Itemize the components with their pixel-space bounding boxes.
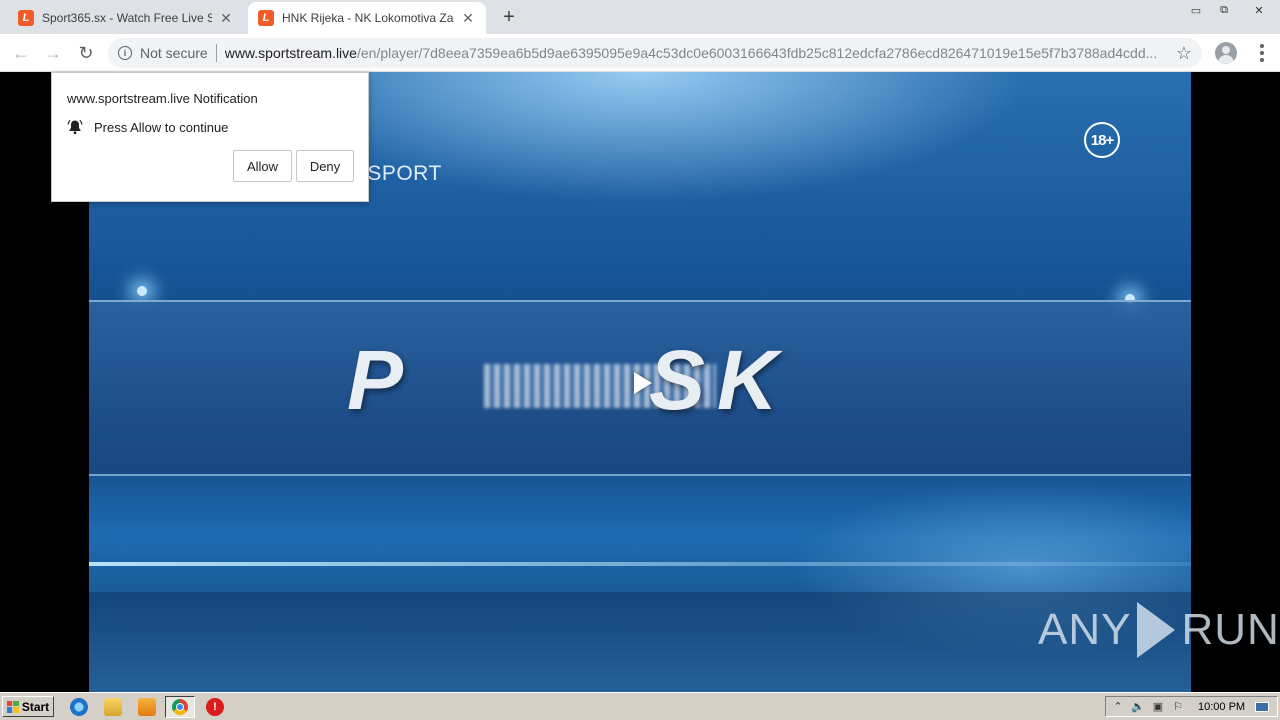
reload-icon[interactable]: ↻ bbox=[75, 42, 97, 64]
channel-logo: \SPORT bbox=[361, 162, 442, 185]
start-label: Start bbox=[21, 699, 50, 714]
watermark-play-icon bbox=[1137, 602, 1176, 658]
info-icon[interactable]: i bbox=[118, 46, 132, 60]
notification-origin: www.sportstream.live Notification bbox=[67, 91, 258, 106]
play-icon[interactable] bbox=[634, 372, 652, 394]
browser-tab-strip: L Sport365.sx - Watch Free Live Sport ✕ … bbox=[0, 0, 1280, 34]
tab-title: HNK Rijeka - NK Lokomotiva Zagreb bbox=[282, 11, 454, 25]
stage-light bbox=[137, 286, 147, 296]
minimize-icon[interactable]: ▭ bbox=[1182, 0, 1210, 20]
windows-flag-icon bbox=[6, 700, 19, 713]
profile-avatar-icon[interactable] bbox=[1215, 42, 1237, 64]
title-letter: S bbox=[649, 333, 706, 427]
glow-line bbox=[89, 562, 1191, 566]
bell-icon bbox=[67, 119, 83, 135]
url-host: www.sportstream.live bbox=[224, 45, 357, 61]
tab-sport365[interactable]: L Sport365.sx - Watch Free Live Sport ✕ bbox=[8, 2, 244, 34]
watermark-left: ANY bbox=[1038, 605, 1132, 654]
internet-explorer-icon[interactable] bbox=[70, 698, 88, 716]
chrome-taskbar-button[interactable] bbox=[165, 696, 195, 718]
taskbar-clock[interactable]: 10:00 PM bbox=[1198, 701, 1245, 713]
omnibox-divider bbox=[215, 44, 217, 62]
tab-favicon-icon: L bbox=[18, 10, 34, 26]
restore-icon[interactable]: ⧉ bbox=[1210, 0, 1238, 20]
deny-button[interactable]: Deny bbox=[296, 150, 354, 182]
media-player-icon[interactable] bbox=[138, 698, 156, 716]
chrome-icon bbox=[172, 699, 188, 715]
notification-permission-popup: www.sportstream.live Notification Press … bbox=[51, 72, 369, 202]
tab-close-icon[interactable]: ✕ bbox=[218, 10, 234, 26]
url-path: /en/player/7d8eea7359ea6b5d9ae6395095e9a… bbox=[356, 45, 1158, 61]
security-label[interactable]: Not secure bbox=[140, 45, 208, 61]
action-center-flag-icon[interactable]: ⚐ bbox=[1170, 700, 1186, 714]
close-window-icon[interactable]: ✕ bbox=[1238, 0, 1280, 20]
show-desktop-icon[interactable] bbox=[1255, 701, 1270, 712]
stop-sign-icon[interactable]: ! bbox=[206, 698, 224, 716]
title-letter: K bbox=[717, 333, 778, 427]
watermark-right: RUN bbox=[1181, 605, 1280, 654]
show-hidden-icons-icon[interactable]: ⌃ bbox=[1110, 700, 1126, 714]
url-text[interactable]: www.sportstream.live/en/player/7d8eea735… bbox=[225, 45, 1202, 61]
allow-button[interactable]: Allow bbox=[233, 150, 292, 182]
new-tab-button[interactable]: + bbox=[498, 6, 520, 28]
system-tray: ⌃ 🔈 ▣ ⚐ 10:00 PM bbox=[1105, 696, 1278, 717]
notification-message: Press Allow to continue bbox=[94, 120, 229, 135]
browser-menu-icon[interactable] bbox=[1251, 42, 1273, 64]
windows-taskbar: Start ! ⌃ 🔈 ▣ ⚐ 10:00 PM bbox=[0, 692, 1280, 720]
address-bar[interactable]: i Not secure www.sportstream.live/en/pla… bbox=[108, 38, 1202, 68]
browser-toolbar: ← → ↻ i Not secure www.sportstream.live/… bbox=[0, 34, 1280, 72]
tab-favicon-icon: L bbox=[258, 10, 274, 26]
anyrun-watermark: ANY RUN bbox=[1038, 602, 1280, 658]
volume-icon[interactable]: 🔈 bbox=[1130, 700, 1146, 714]
tab-title: Sport365.sx - Watch Free Live Sport bbox=[42, 11, 212, 25]
file-explorer-icon[interactable] bbox=[104, 698, 122, 716]
window-controls: ▭ ⧉ ✕ bbox=[1182, 0, 1280, 20]
title-letter: P bbox=[347, 333, 404, 427]
back-arrow-icon[interactable]: ← bbox=[10, 42, 32, 64]
tab-hnk-rijeka[interactable]: L HNK Rijeka - NK Lokomotiva Zagreb ✕ bbox=[248, 2, 486, 34]
forward-arrow-icon[interactable]: → bbox=[42, 42, 64, 64]
age-rating-badge: 18+ bbox=[1084, 122, 1120, 158]
bookmark-star-icon[interactable]: ☆ bbox=[1176, 43, 1192, 64]
stage-floor bbox=[89, 592, 1191, 692]
tab-close-icon[interactable]: ✕ bbox=[460, 10, 476, 26]
start-button[interactable]: Start bbox=[2, 696, 54, 717]
network-icon[interactable]: ▣ bbox=[1150, 700, 1166, 714]
